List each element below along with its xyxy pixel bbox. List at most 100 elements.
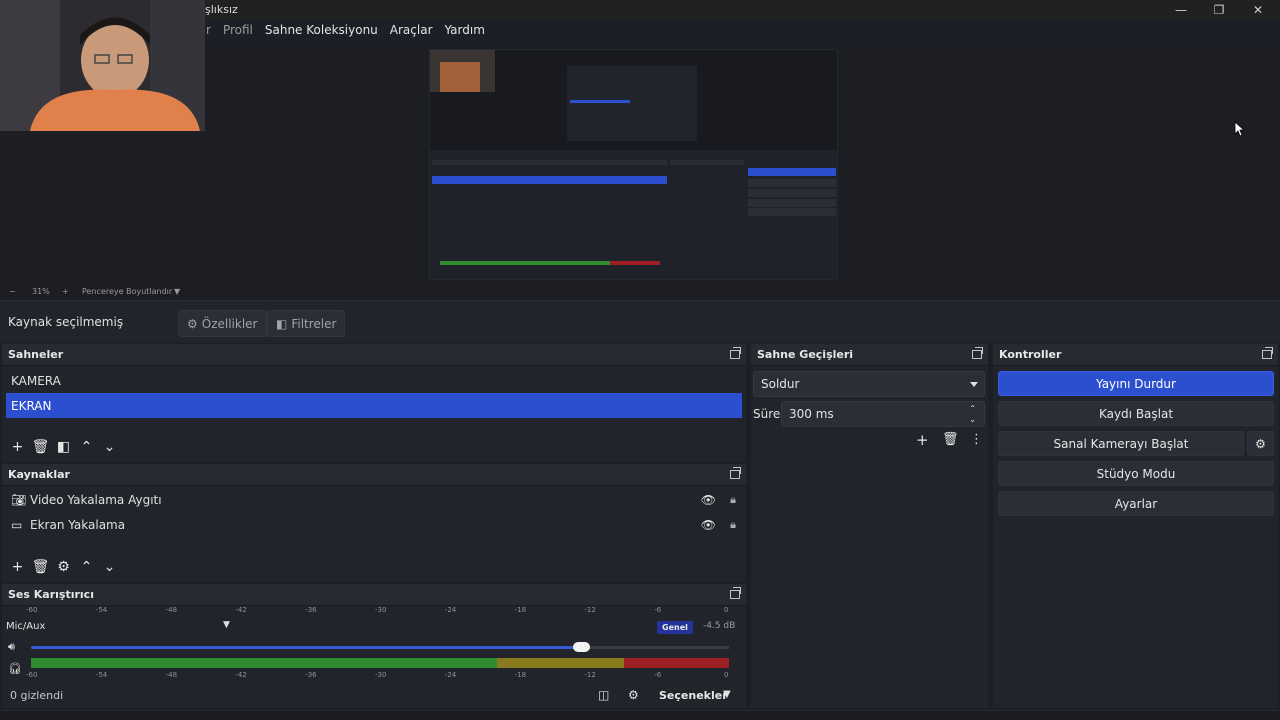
mixer-scale-tick: -36: [305, 606, 317, 614]
source-item-screen-capture[interactable]: ▭ Ekran Yakalama 👁︎ 🔒︎: [2, 512, 746, 537]
stop-stream-button[interactable]: Yayını Durdur: [998, 371, 1274, 396]
zoom-value: 31%: [32, 287, 50, 296]
layout-toggle-icon[interactable]: ◫: [598, 688, 609, 702]
controls-title: Kontroller: [999, 348, 1062, 361]
filters-button[interactable]: ◧ Filtreler: [267, 310, 346, 337]
source-list: 📷︎ Video Yakalama Aygıtı 👁︎ 🔒︎ ▭ Ekran Y…: [2, 486, 746, 537]
settings-button[interactable]: Ayarlar: [998, 491, 1274, 516]
scene-item-ekran[interactable]: EKRAN: [6, 393, 742, 418]
mixer-scale-tick: -12: [584, 606, 596, 614]
webcam-image: [0, 0, 205, 131]
move-down-icon[interactable]: ⌄: [98, 556, 121, 578]
preview-thumbnail: [430, 50, 837, 279]
start-virtual-camera-button[interactable]: Sanal Kamerayı Başlat: [998, 431, 1244, 456]
source-settings-icon[interactable]: ⚙: [52, 556, 75, 578]
menu-item-profile[interactable]: Profil: [217, 20, 259, 42]
properties-button[interactable]: ⚙ Özellikler: [178, 310, 267, 337]
channel-menu-icon[interactable]: ▼: [223, 620, 230, 630]
sources-dock: Kaynaklar 📷︎ Video Yakalama Aygıtı 👁︎ 🔒︎…: [2, 464, 746, 582]
headphones-icon[interactable]: 🎧︎: [8, 662, 22, 675]
mixer-scale-tick: -54: [95, 671, 108, 679]
lock-icon[interactable]: 🔒︎: [730, 493, 736, 507]
preview-canvas[interactable]: [429, 49, 838, 280]
source-label: Ekran Yakalama: [30, 517, 126, 532]
no-source-label: Kaynak seçilmemiş: [8, 315, 124, 329]
move-up-icon[interactable]: ⌃: [75, 556, 98, 578]
menu-item-tools[interactable]: Araçlar: [384, 20, 439, 42]
sources-title: Kaynaklar: [8, 468, 70, 481]
menu-item-scene-collection[interactable]: Sahne Koleksiyonu: [259, 20, 384, 42]
add-transition-icon[interactable]: +: [916, 431, 929, 449]
mixer-scale-tick: -6: [654, 671, 662, 679]
scene-list: KAMERA EKRAN: [2, 366, 746, 418]
transitions-header: Sahne Geçişleri: [751, 344, 988, 366]
virtual-camera-settings-button[interactable]: ⚙: [1247, 431, 1274, 456]
source-label: Video Yakalama Aygıtı: [30, 492, 162, 507]
meter-yellow-segment: [497, 658, 625, 668]
audio-meter: [31, 658, 729, 668]
volume-slider-track[interactable]: [31, 646, 582, 649]
eye-icon[interactable]: 👁︎: [701, 518, 716, 532]
mixer-level: -4.5 dB: [703, 621, 736, 631]
scene-item-kamera[interactable]: KAMERA: [2, 368, 746, 393]
undock-icon[interactable]: [1262, 347, 1273, 359]
transition-select[interactable]: Soldur: [753, 371, 985, 397]
mixer-scale-tick: -60: [26, 671, 38, 679]
mixer-badge: Genel: [657, 621, 693, 634]
move-up-icon[interactable]: ⌃: [75, 436, 98, 458]
gear-icon: ⚙: [187, 316, 198, 331]
remove-transition-icon[interactable]: 🗑: [942, 432, 959, 447]
menu-item-help[interactable]: Yardım: [439, 20, 491, 42]
mixer-scale-tick: -30: [375, 671, 387, 679]
chevron-down-icon: [970, 382, 978, 387]
scenes-toolbar: + 🗑 ◧ ⌃ ⌄: [2, 432, 121, 462]
mixer-scale-tick: -36: [305, 671, 317, 679]
start-recording-button[interactable]: Kaydı Başlat: [998, 401, 1274, 426]
undock-icon[interactable]: [730, 347, 741, 359]
mixer-scale-tick: -48: [165, 606, 178, 614]
add-scene-icon[interactable]: +: [6, 436, 29, 458]
move-down-icon[interactable]: ⌄: [98, 436, 121, 458]
remove-scene-icon[interactable]: 🗑: [29, 436, 52, 458]
transitions-title: Sahne Geçişleri: [757, 348, 854, 361]
zoom-in-button[interactable]: +: [62, 287, 69, 296]
volume-slider-rest: [582, 646, 729, 649]
more-options-icon[interactable]: ⋮: [970, 432, 983, 447]
duration-spinbox[interactable]: 300 ms ⌃ ⌄: [781, 401, 985, 427]
zoom-out-button[interactable]: −: [9, 287, 16, 296]
mixer-scale-tick: -18: [514, 671, 527, 679]
fit-mode-dropdown-icon[interactable]: ▼: [174, 287, 180, 296]
advanced-audio-icon[interactable]: ⚙: [628, 688, 639, 702]
eye-icon[interactable]: 👁︎: [701, 493, 716, 507]
undock-icon[interactable]: [972, 347, 983, 359]
add-source-icon[interactable]: +: [6, 556, 29, 578]
options-dropdown-icon[interactable]: ▼: [723, 689, 731, 700]
source-toolbar: Kaynak seçilmemiş ⚙ Özellikler ◧ Filtrel…: [0, 301, 1280, 343]
studio-mode-button[interactable]: Stüdyo Modu: [998, 461, 1274, 486]
mixer-scale-tick: -18: [514, 606, 527, 614]
camera-icon: 📷︎: [11, 492, 27, 507]
close-button[interactable]: ✕: [1243, 2, 1273, 18]
source-item-video-capture[interactable]: 📷︎ Video Yakalama Aygıtı 👁︎ 🔒︎: [2, 487, 746, 512]
hidden-count: 0 gizlendi: [10, 689, 64, 702]
preview-zoom-bar: − 31% + Pencereye Boyutlandır ▼: [0, 285, 1280, 301]
options-button[interactable]: Seçenekler: [659, 689, 728, 702]
menu-bar: r Profil Sahne Koleksiyonu Araçlar Yardı…: [200, 20, 491, 42]
meter-red-segment: [624, 658, 729, 668]
volume-slider-knob[interactable]: [573, 642, 590, 652]
volume-icon[interactable]: 🔊︎: [8, 640, 15, 654]
mixer-scale-tick: -30: [375, 606, 387, 614]
minimize-button[interactable]: —: [1166, 2, 1196, 18]
spin-arrows-icon[interactable]: ⌃ ⌄: [969, 403, 976, 425]
remove-source-icon[interactable]: 🗑: [29, 556, 52, 578]
maximize-button[interactable]: ❐: [1204, 2, 1234, 18]
undock-icon[interactable]: [730, 467, 741, 479]
lock-icon[interactable]: 🔒︎: [730, 518, 736, 532]
scene-filters-icon[interactable]: ◧: [52, 436, 75, 458]
mixer-scale-tick: -42: [235, 606, 247, 614]
filters-label: Filtreler: [291, 316, 337, 331]
undock-icon[interactable]: [730, 587, 741, 599]
scenes-dock: Sahneler KAMERA EKRAN + 🗑 ◧ ⌃ ⌄: [2, 344, 746, 462]
fit-mode-label[interactable]: Pencereye Boyutlandır: [82, 287, 172, 296]
mixer-scale-tick: -24: [444, 606, 457, 614]
